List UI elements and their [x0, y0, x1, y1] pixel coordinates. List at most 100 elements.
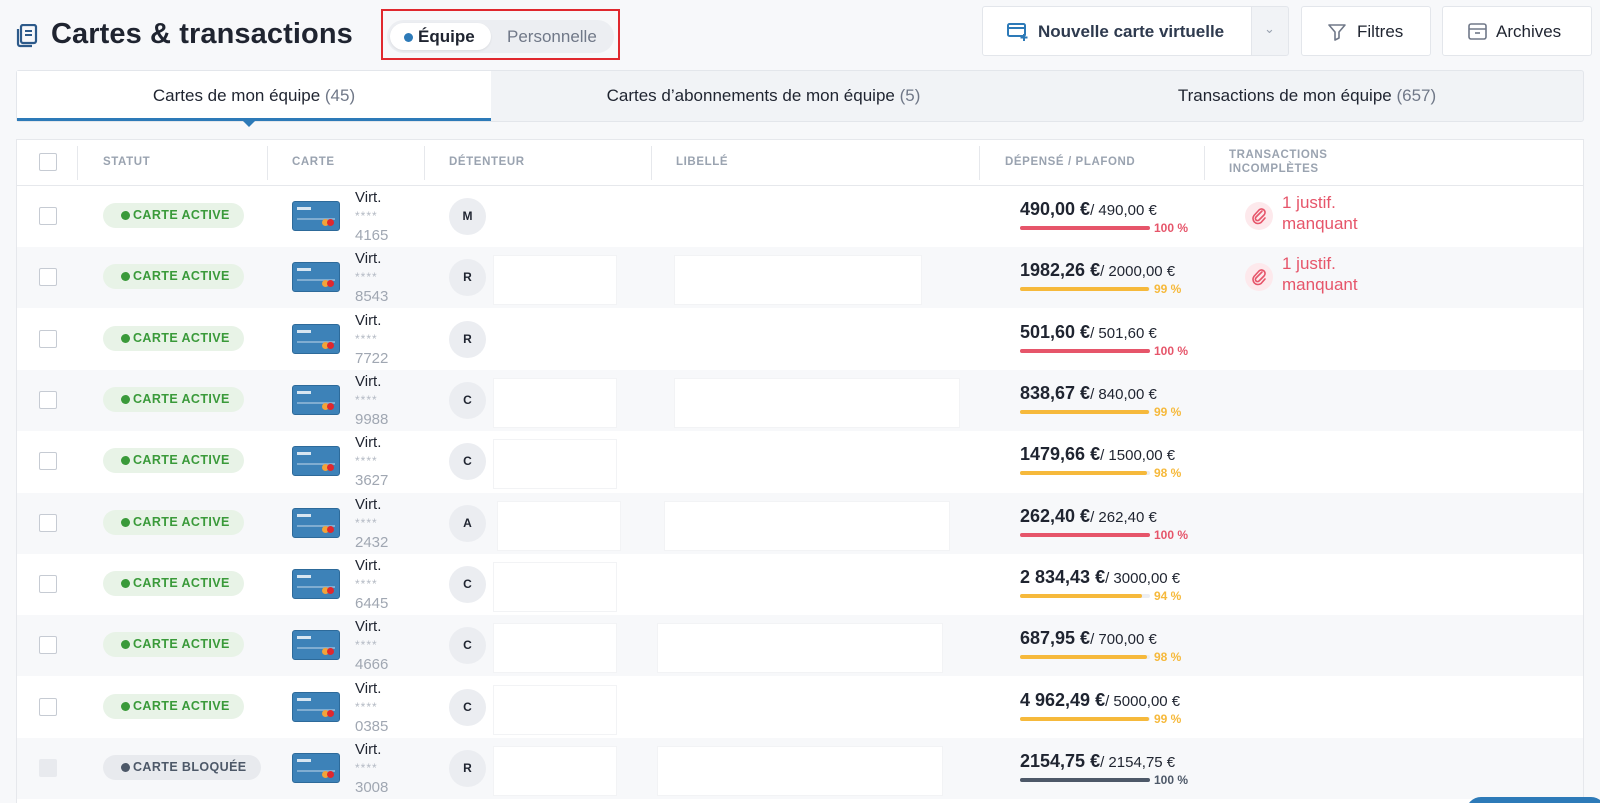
card-last-digits: 3008 [355, 779, 389, 797]
card-type: Virt. [355, 741, 382, 759]
card-last-digits: 7722 [355, 349, 389, 367]
card-type: Virt. [355, 373, 382, 391]
redacted-block [664, 501, 950, 551]
spent-value: 2154,75 € [1020, 751, 1101, 772]
spend-progress-fill [1020, 655, 1147, 660]
spend-progress-bar [1020, 471, 1150, 476]
column-header-spent-limit[interactable]: DÉPENSÉ / PLAFOND [1005, 156, 1135, 168]
avatar: A [449, 504, 486, 542]
row-checkbox[interactable] [39, 329, 57, 348]
row-checkbox[interactable] [39, 636, 57, 655]
credit-card-icon [292, 753, 340, 784]
avatar: M [449, 198, 486, 235]
tab-team-subscription-cards[interactable]: Cartes d’abonnements de mon équipe (5) [491, 71, 1036, 121]
spent-amount: 1479,66 €/ 1500,00 € [1020, 444, 1175, 465]
row-checkbox[interactable] [39, 268, 57, 287]
row-checkbox[interactable] [39, 391, 57, 410]
avatar: C [449, 382, 486, 420]
table-row[interactable]: CARTE ACTIVE Virt. **** 2432 A 262,40 €/ 262,… [17, 492, 1583, 554]
spent-value: 4 962,49 € [1020, 689, 1106, 710]
redacted-block [657, 622, 943, 673]
card-number-mask: **** [355, 331, 378, 346]
paperclip-icon[interactable] [1245, 202, 1273, 230]
archive-box-icon [1468, 23, 1487, 40]
spent-amount: 838,67 €/ 840,00 € [1020, 383, 1157, 404]
row-checkbox[interactable] [39, 452, 57, 471]
table-row[interactable]: CARTE ACTIVE Virt. **** 3627 C 1479,66 €/ 150… [17, 431, 1583, 492]
missing-receipt-link[interactable]: 1 justif. manquant [1282, 253, 1402, 295]
select-all-checkbox[interactable] [39, 153, 57, 171]
spend-progress-fill [1020, 471, 1147, 476]
column-header-status[interactable]: STATUT [103, 156, 150, 168]
row-checkbox[interactable] [39, 759, 57, 778]
limit-value: / 490,00 € [1090, 202, 1157, 219]
avatar: R [449, 750, 486, 788]
spent-value: 1982,26 € [1020, 260, 1101, 281]
spent-value: 2 834,43 € [1020, 567, 1106, 588]
row-checkbox[interactable] [39, 697, 57, 716]
active-dot-icon [404, 33, 413, 42]
table-row[interactable]: CARTE BLOQUÉE Virt. **** 3008 R 2154,75 €/ 21… [17, 738, 1583, 800]
table-row[interactable]: CARTE ACTIVE Virt. **** 6445 C 2 834,43 €/ 30… [17, 554, 1583, 615]
table-row[interactable]: CARTE ACTIVE Virt. **** 8543 R 1982,26 €/ 200… [17, 247, 1583, 309]
spend-percent: 99 % [1154, 711, 1182, 726]
chevron-down-icon: ⌄ [1264, 21, 1275, 36]
card-number-mask: **** [355, 699, 378, 714]
missing-receipt-link[interactable]: 1 justif. manquant [1282, 192, 1402, 234]
card-number-mask: **** [355, 515, 378, 530]
help-chat-button[interactable] [1466, 797, 1600, 803]
limit-value: / 840,00 € [1090, 386, 1157, 404]
paperclip-icon[interactable] [1245, 263, 1273, 292]
new-virtual-card-button[interactable]: Nouvelle carte virtuelle [982, 6, 1252, 56]
tab-team-cards[interactable]: Cartes de mon équipe (45) [17, 71, 491, 127]
table-row[interactable]: CARTE ACTIVE Virt. **** 9988 C 838,67 €/ 840,… [17, 370, 1583, 432]
redacted-block [493, 254, 617, 305]
card-type: Virt. [355, 189, 382, 206]
spent-value: 501,60 € [1020, 321, 1091, 342]
redacted-block [657, 745, 943, 796]
scope-option-equipe[interactable]: Équipe [390, 23, 491, 50]
active-tab-pointer [243, 121, 255, 127]
limit-value: / 2154,75 € [1100, 754, 1176, 772]
status-badge: CARTE ACTIVE [103, 387, 244, 413]
table-row[interactable]: CARTE ACTIVE Virt. **** 7722 R 501,60 €/ 501,… [17, 309, 1583, 370]
archives-button[interactable]: Archives [1442, 6, 1592, 56]
card-number-mask: **** [355, 454, 378, 469]
row-checkbox[interactable] [39, 513, 57, 532]
spend-progress-fill [1020, 716, 1149, 721]
status-badge: CARTE ACTIVE [103, 571, 244, 597]
cards-stack-icon [16, 24, 38, 48]
spent-value: 838,67 € [1020, 383, 1091, 404]
scope-toggle[interactable]: Équipe Personnelle [387, 20, 614, 53]
spend-progress-fill [1020, 410, 1149, 415]
card-type: Virt. [355, 557, 382, 575]
status-dot-icon [121, 579, 130, 589]
card-number-mask: **** [355, 638, 378, 653]
spend-progress-bar [1020, 594, 1150, 599]
credit-card-icon [292, 569, 340, 600]
column-header-label[interactable]: LIBELLÉ [676, 156, 728, 168]
page-title: Cartes & transactions [51, 18, 353, 50]
spend-percent: 99 % [1154, 405, 1182, 420]
tab-team-transactions[interactable]: Transactions de mon équipe (657) [1077, 71, 1537, 121]
column-header-incomplete-transactions[interactable]: TRANSACTIONS INCOMPLÈTES [1229, 148, 1328, 176]
table-row[interactable]: CARTE ACTIVE Virt. **** 0385 C 4 962,49 €/ 50… [17, 677, 1583, 738]
limit-value: / 700,00 € [1090, 631, 1157, 649]
column-separator [979, 146, 980, 180]
spend-progress-bar [1020, 532, 1150, 537]
spent-value: 687,95 € [1020, 628, 1091, 649]
column-separator [267, 146, 268, 180]
filters-button[interactable]: Filtres [1301, 6, 1431, 56]
table-row[interactable]: CARTE ACTIVE Virt. **** 4165 M 490,00 €/ 490,… [17, 186, 1583, 247]
row-checkbox[interactable] [39, 207, 57, 225]
status-label: CARTE BLOQUÉE [133, 760, 247, 775]
scope-option-personnelle[interactable]: Personnelle [507, 23, 597, 50]
new-card-menu-button[interactable]: ⌄ [1251, 6, 1289, 56]
row-checkbox[interactable] [39, 575, 57, 594]
card-type: Virt. [355, 679, 382, 697]
table-row[interactable]: CARTE ACTIVE Virt. **** 4666 C 687,95 €/ 700,… [17, 615, 1583, 677]
column-header-card[interactable]: CARTE [292, 156, 335, 168]
card-type: Virt. [355, 618, 382, 636]
column-header-holder[interactable]: DÉTENTEUR [449, 156, 525, 168]
card-last-digits: 9988 [355, 411, 389, 429]
